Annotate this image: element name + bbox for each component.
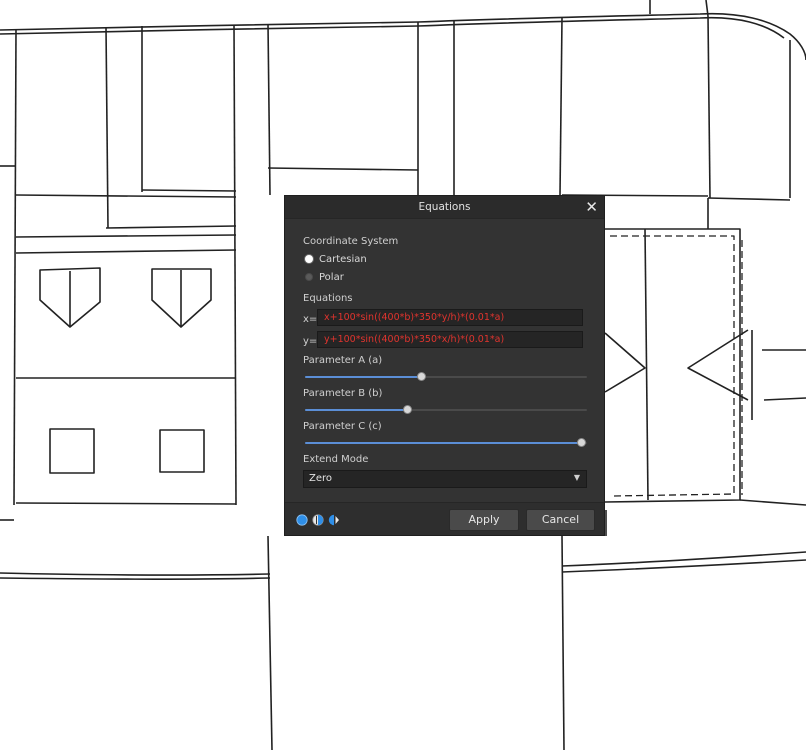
blend-mode-icon[interactable] — [296, 514, 308, 526]
radio-polar[interactable]: Polar — [305, 270, 344, 284]
slider-thumb[interactable] — [416, 372, 426, 381]
radio-cartesian-label: Cartesian — [319, 253, 367, 265]
parameter-a-label: Parameter A (a) — [303, 355, 383, 366]
extend-mode-select[interactable]: Zero ▼ — [303, 470, 587, 488]
parameter-c-slider[interactable] — [305, 438, 587, 448]
dialog-title: Equations — [418, 201, 471, 213]
parameter-b-slider[interactable] — [305, 405, 587, 415]
radio-unselected-icon — [305, 273, 313, 281]
x-equation-prefix: x= — [303, 314, 318, 325]
parameter-c-label: Parameter C (c) — [303, 421, 382, 432]
cancel-button[interactable]: Cancel — [526, 509, 595, 531]
extend-mode-label: Extend Mode — [303, 454, 369, 465]
slider-thumb[interactable] — [577, 438, 587, 447]
dialog-titlebar[interactable]: Equations ✕ — [285, 196, 604, 219]
equations-dialog: Equations ✕ Coordinate System Cartesian … — [284, 195, 605, 536]
mirror-mode-icon[interactable] — [328, 514, 340, 526]
y-equation-input[interactable]: y+100*sin((400*b)*350*x/h)*(0.01*a) — [317, 331, 583, 348]
radio-selected-icon — [305, 255, 313, 263]
radio-cartesian[interactable]: Cartesian — [305, 252, 367, 266]
slider-fill — [305, 442, 582, 444]
extend-mode-value: Zero — [309, 473, 333, 484]
parameter-b-label: Parameter B (b) — [303, 388, 383, 399]
close-icon[interactable]: ✕ — [585, 197, 598, 217]
slider-fill — [305, 409, 407, 411]
slider-thumb[interactable] — [402, 405, 412, 414]
apply-button[interactable]: Apply — [449, 509, 519, 531]
radio-polar-label: Polar — [319, 271, 344, 283]
y-equation-prefix: y= — [303, 336, 318, 347]
parameter-a-slider[interactable] — [305, 372, 587, 382]
slider-fill — [305, 376, 421, 378]
equations-label: Equations — [303, 293, 353, 304]
half-mode-icon[interactable] — [312, 514, 324, 526]
coordinate-system-label: Coordinate System — [303, 236, 399, 247]
mode-icon-group — [296, 514, 340, 526]
dialog-footer: Apply Cancel — [285, 502, 604, 535]
chevron-down-icon: ▼ — [573, 473, 580, 482]
x-equation-input[interactable]: x+100*sin((400*b)*350*y/h)*(0.01*a) — [317, 309, 583, 326]
